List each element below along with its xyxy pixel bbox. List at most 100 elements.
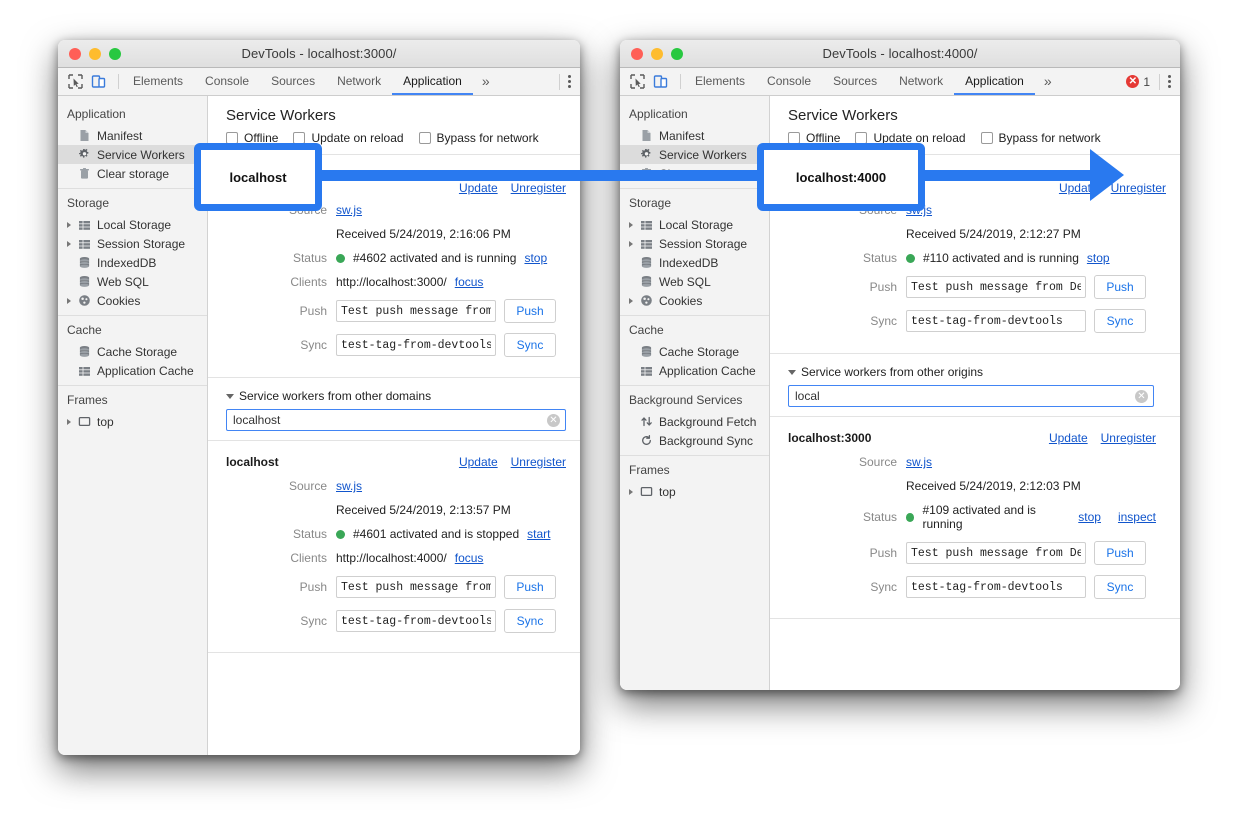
unregister-link-other[interactable]: Unregister	[511, 455, 566, 469]
source-link-other[interactable]: sw.js	[906, 455, 932, 469]
tab-elements[interactable]: Elements	[684, 68, 756, 95]
bypass-for-network-checkbox[interactable]	[981, 132, 993, 144]
unregister-link-other[interactable]: Unregister	[1101, 431, 1156, 445]
push-input[interactable]	[906, 276, 1086, 298]
clear-icon[interactable]: ✕	[1135, 390, 1148, 403]
more-tabs-icon[interactable]: »	[473, 68, 499, 95]
sidebar-item-session-storage[interactable]: Session Storage	[620, 234, 769, 253]
push-button[interactable]: Push	[1094, 275, 1146, 299]
tab-application[interactable]: Application	[954, 68, 1035, 95]
chevron-right-icon[interactable]	[629, 241, 633, 247]
status-inspect-link-other[interactable]: inspect	[1118, 510, 1156, 524]
sync-button[interactable]: Sync	[504, 333, 556, 357]
sidebar-item-background-fetch[interactable]: Background Fetch	[620, 412, 769, 431]
update-link-other[interactable]: Update	[459, 455, 498, 469]
other-origins-toggle-right[interactable]: Service workers from other origins	[770, 354, 1180, 379]
sidebar-item-manifest[interactable]: Manifest	[58, 126, 207, 145]
close-button[interactable]	[631, 48, 643, 60]
tab-network[interactable]: Network	[888, 68, 954, 95]
sidebar-item-clear-storage[interactable]: Clear storage	[58, 164, 207, 183]
chevron-right-icon[interactable]	[67, 222, 71, 228]
sidebar-item-application-cache[interactable]: Application Cache	[58, 361, 207, 380]
origin-filter[interactable]: ✕	[788, 385, 1154, 407]
sidebar-item-manifest[interactable]: Manifest	[620, 126, 769, 145]
push-input-other[interactable]	[906, 542, 1086, 564]
tab-sources[interactable]: Sources	[260, 68, 326, 95]
window-controls-right[interactable]	[620, 48, 683, 60]
inspect-cursor-icon[interactable]	[67, 73, 84, 90]
sync-button-other[interactable]: Sync	[1094, 575, 1146, 599]
update-link[interactable]: Update	[459, 181, 498, 195]
unregister-link[interactable]: Unregister	[511, 181, 566, 195]
sync-button-other[interactable]: Sync	[504, 609, 556, 633]
sidebar-item-cache-storage[interactable]: Cache Storage	[620, 342, 769, 361]
sidebar-item-indexeddb[interactable]: IndexedDB	[58, 253, 207, 272]
tab-console[interactable]: Console	[756, 68, 822, 95]
status-start-link-other[interactable]: start	[527, 527, 550, 541]
sidebar-item-application-cache[interactable]: Application Cache	[620, 361, 769, 380]
tab-console[interactable]: Console	[194, 68, 260, 95]
sidebar-item-local-storage[interactable]: Local Storage	[58, 215, 207, 234]
maximize-button[interactable]	[671, 48, 683, 60]
chevron-right-icon[interactable]	[629, 298, 633, 304]
chevron-right-icon[interactable]	[629, 222, 633, 228]
clear-icon[interactable]: ✕	[547, 414, 560, 427]
other-origins-toggle-left[interactable]: Service workers from other domains	[208, 378, 580, 403]
inspect-cursor-icon[interactable]	[629, 73, 646, 90]
source-link-other[interactable]: sw.js	[336, 479, 362, 493]
sidebar-item-web-sql[interactable]: Web SQL	[620, 272, 769, 291]
chevron-right-icon[interactable]	[67, 241, 71, 247]
tab-network[interactable]: Network	[326, 68, 392, 95]
clients-focus-link-other[interactable]: focus	[455, 551, 484, 565]
sidebar-item-local-storage[interactable]: Local Storage	[620, 215, 769, 234]
window-controls-left[interactable]	[58, 48, 121, 60]
origin-filter[interactable]: ✕	[226, 409, 566, 431]
sync-input[interactable]	[336, 334, 496, 356]
sidebar-item-service-workers[interactable]: Service Workers	[58, 145, 207, 164]
chevron-right-icon[interactable]	[629, 489, 633, 495]
origin-filter-input[interactable]	[227, 410, 565, 430]
devtools-menu-icon[interactable]	[559, 74, 573, 90]
sidebar-item-web-sql[interactable]: Web SQL	[58, 272, 207, 291]
sidebar-item-top[interactable]: top	[58, 412, 207, 431]
push-button-other[interactable]: Push	[1094, 541, 1146, 565]
tab-elements[interactable]: Elements	[122, 68, 194, 95]
status-stop-link[interactable]: stop	[1087, 251, 1110, 265]
source-link[interactable]: sw.js	[336, 203, 362, 217]
sidebar-item-service-workers[interactable]: Service Workers	[620, 145, 769, 164]
push-input-other[interactable]	[336, 576, 496, 598]
devtools-menu-icon[interactable]	[1159, 74, 1173, 90]
clients-focus-link[interactable]: focus	[455, 275, 484, 289]
sidebar-item-cookies[interactable]: Cookies	[58, 291, 207, 310]
status-stop-link-other[interactable]: stop	[1078, 510, 1101, 524]
chevron-right-icon[interactable]	[67, 298, 71, 304]
sidebar-item-session-storage[interactable]: Session Storage	[58, 234, 207, 253]
sidebar-item-background-sync[interactable]: Background Sync	[620, 431, 769, 450]
bypass-for-network-checkbox[interactable]	[419, 132, 431, 144]
device-toolbar-icon[interactable]	[652, 73, 669, 90]
status-stop-link[interactable]: stop	[524, 251, 547, 265]
minimize-button[interactable]	[651, 48, 663, 60]
sidebar-item-top[interactable]: top	[620, 482, 769, 501]
sidebar-item-cookies[interactable]: Cookies	[620, 291, 769, 310]
push-input[interactable]	[336, 300, 496, 322]
status-badge[interactable]: ✕ 1	[1126, 75, 1150, 89]
device-toolbar-icon[interactable]	[90, 73, 107, 90]
more-tabs-icon[interactable]: »	[1035, 68, 1061, 95]
origin-filter-input[interactable]	[789, 386, 1153, 406]
sync-button[interactable]: Sync	[1094, 309, 1146, 333]
sidebar-item-cache-storage[interactable]: Cache Storage	[58, 342, 207, 361]
tab-application[interactable]: Application	[392, 68, 473, 95]
tab-sources[interactable]: Sources	[822, 68, 888, 95]
sync-input-other[interactable]	[336, 610, 496, 632]
sync-input-other[interactable]	[906, 576, 1086, 598]
chevron-right-icon[interactable]	[67, 419, 71, 425]
minimize-button[interactable]	[89, 48, 101, 60]
maximize-button[interactable]	[109, 48, 121, 60]
push-button-other[interactable]: Push	[504, 575, 556, 599]
sidebar-item-indexeddb[interactable]: IndexedDB	[620, 253, 769, 272]
close-button[interactable]	[69, 48, 81, 60]
sync-input[interactable]	[906, 310, 1086, 332]
push-button[interactable]: Push	[504, 299, 556, 323]
update-link-other[interactable]: Update	[1049, 431, 1088, 445]
